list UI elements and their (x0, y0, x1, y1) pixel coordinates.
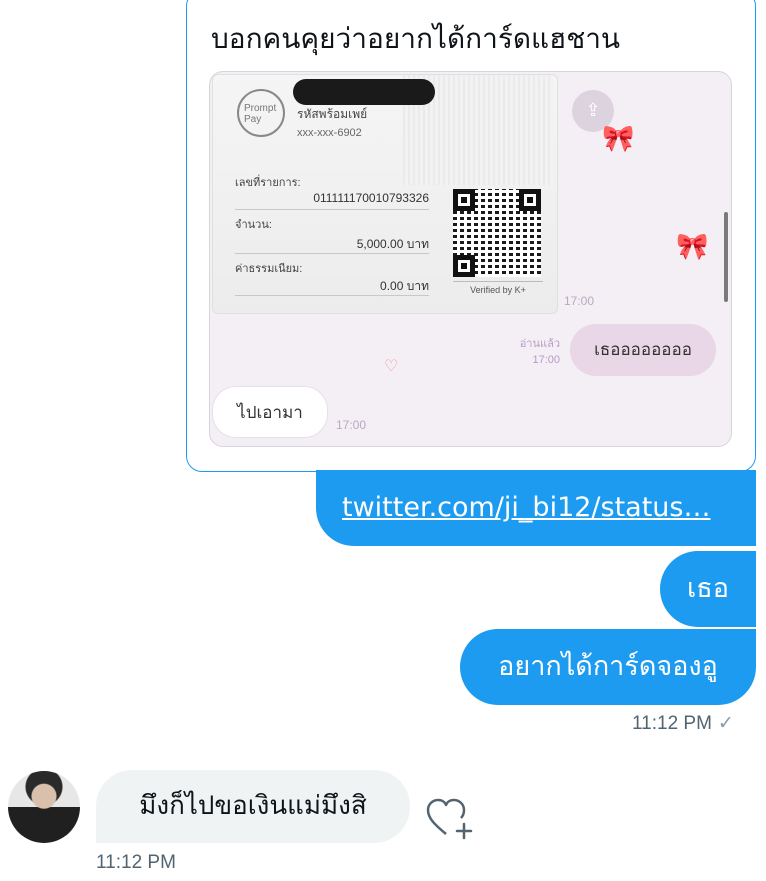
message-link-bubble[interactable]: twitter.com/ji_bi12/status… (316, 470, 756, 546)
add-reaction-icon[interactable] (426, 796, 474, 840)
seen-check-icon: ✓ (717, 713, 734, 734)
heart-sticker-icon: ♡ (384, 356, 399, 375)
fee-value: 0.00 บาท (380, 279, 429, 293)
scrollbar[interactable] (724, 212, 728, 302)
chat-time: 17:00 (336, 418, 367, 432)
payment-slip: Prompt Pay รหัสพร้อมเพย์ xxx-xxx-6902 เล… (212, 74, 558, 314)
read-receipt: อ่านแล้ว 17:00 (519, 338, 560, 366)
chat-time: 17:00 (564, 294, 595, 308)
message-bubble-incoming[interactable]: มึงก็ไปขอเงินแม่มึงสิ (96, 770, 410, 843)
promptpay-logo: Prompt Pay (237, 89, 285, 137)
avatar[interactable] (8, 771, 80, 843)
quoted-tweet-text: บอกคนคุยว่าอยากได้การ์ดแฮชาน (211, 22, 621, 55)
message-time: 11:12 PM (96, 852, 176, 873)
message-meta: 11:12 PM ✓ (632, 712, 734, 735)
tweet-link[interactable]: twitter.com/ji_bi12/status… (342, 492, 710, 523)
divider (235, 209, 429, 210)
ribbon-icon: 🎀 (602, 124, 635, 154)
message-bubble-outgoing[interactable]: เธอ (660, 551, 756, 627)
ref-label: เลขที่รายการ: (235, 177, 301, 189)
amount-value: 5,000.00 บาท (356, 237, 429, 251)
account-number: xxx-xxx-6902 (297, 127, 362, 139)
amount-label: จำนวน: (235, 219, 272, 231)
divider (235, 295, 429, 296)
divider (235, 253, 429, 254)
ribbon-icon: 🎀 (676, 232, 709, 262)
chat-bubble-incoming: ไปเอามา (212, 386, 328, 438)
fee-label: ค่าธรรมเนียม: (235, 263, 303, 275)
quoted-tweet-image[interactable]: Prompt Pay รหัสพร้อมเพย์ xxx-xxx-6902 เล… (209, 71, 732, 447)
ref-value: 011111170010793326 (313, 191, 429, 205)
account-label: รหัสพร้อมเพย์ (297, 107, 368, 121)
qr-code (453, 189, 541, 277)
message-time: 11:12 PM (632, 713, 712, 734)
message-bubble-outgoing[interactable]: อยากได้การ์ดจองอู (460, 629, 756, 705)
quoted-tweet-card[interactable]: บอกคนคุยว่าอยากได้การ์ดแฮชาน Prompt Pay … (186, 0, 756, 472)
verified-label: Verified by K+ (453, 281, 543, 295)
chat-bubble-outgoing: เธออออออออ (570, 324, 716, 376)
redacted-name (293, 79, 435, 105)
